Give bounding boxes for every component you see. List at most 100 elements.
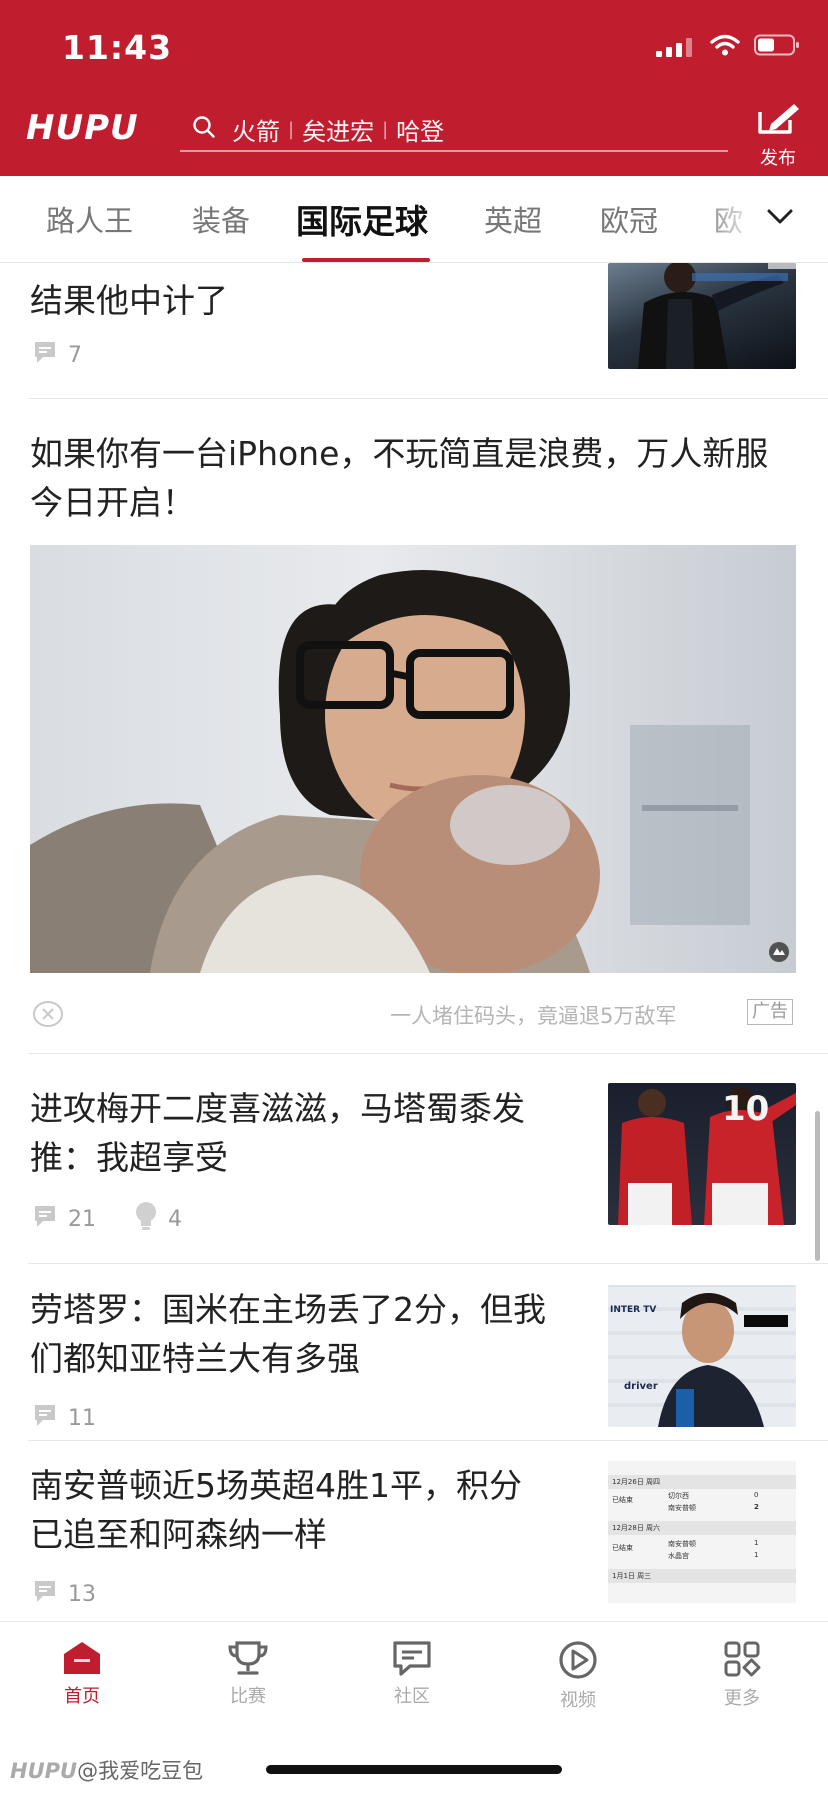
wifi-icon [710,34,740,60]
nav-more[interactable]: 更多 [692,1640,792,1710]
article-title: 结果他中计了 [30,281,228,320]
nav-label: 视频 [560,1690,596,1711]
community-icon [392,1641,432,1680]
status-time: 11:43 [62,28,173,67]
home-icon [62,1642,102,1680]
comment-icon [32,1402,58,1434]
hot-word-separator: | [288,118,295,140]
search-hot-word[interactable]: 火箭 [232,112,280,147]
team-score: 1 [754,1551,759,1559]
watermark-handle: @我爱吃豆包 [77,1759,204,1783]
lightbulb-icon [134,1201,158,1237]
team-score: 1 [754,1539,759,1547]
weibo-watermark: HUPU@我爱吃豆包 [10,1755,203,1785]
article-title: 南安普顿近5场英超4胜1平，积分 已追至和阿森纳一样 [30,1461,522,1559]
match-date-row: 1月1日 周三 [608,1569,796,1583]
team-score: 0 [754,1491,759,1499]
title-line: 南安普顿近5场英超4胜1平，积分 [30,1466,522,1505]
ad-title: 如果你有一台iPhone，不玩简直是浪费，万人新服 今日开启！ [30,429,768,527]
ad-image [30,545,796,973]
tab-premier-league[interactable]: 英超 [484,198,542,240]
team-name: 切尔西 [668,1492,689,1500]
tab-intl-football[interactable]: 国际足球 [296,195,428,243]
article-meta: 7 [32,339,120,371]
article-meta: 11 [32,1402,134,1434]
divider [28,1053,828,1054]
compose-icon [756,104,800,140]
comment-count: 11 [68,1405,96,1431]
comment-icon [32,339,58,371]
trophy-icon [227,1641,269,1680]
hupu-logo[interactable]: HUPU [26,108,139,148]
article-thumbnail: 12月26日 周四 已结束 切尔西 0 南安普顿 2 12月28日 周六 已结束… [608,1461,796,1603]
search-icon [192,115,216,143]
divider [28,1263,828,1264]
comment-count: 13 [68,1581,96,1607]
battery-icon [754,34,800,60]
title-line: 劳塔罗：国米在主场丢了2分，但我 [30,1290,546,1329]
article-meta: 13 [32,1578,134,1610]
team-name: 南安普顿 [668,1504,696,1512]
match-date-row: 12月26日 周四 [608,1475,796,1489]
tab-champions-league[interactable]: 欧冠 [600,198,658,240]
nav-label: 社区 [394,1686,430,1707]
comment-count: 21 [68,1206,96,1232]
ad-caption: 一人堵住码头，竟逼退5万敌军 [390,1004,677,1028]
search-hot-word[interactable]: 哈登 [396,112,444,147]
article-thumbnail: 10 [608,1083,796,1225]
news-feed-list[interactable]: 结果他中计了 7 如果你有一台iPhone，不玩简直是浪费，万人新服 今日开启！ [0,263,828,1621]
comment-icon [32,1203,58,1235]
nav-label: 更多 [724,1688,760,1709]
app-header: 11:43 HUPU 火箭 | 矣进宏 | 哈登 发布 [0,0,828,176]
article-thumbnail: INTER TV driver [608,1285,796,1427]
watermark-brand: HUPU [10,1759,78,1783]
ad-title-line: 如果你有一台iPhone，不玩简直是浪费，万人新服 [30,434,769,473]
article-thumbnail [608,263,796,369]
category-tabs: 路人王 装备 国际足球 英超 欧冠 欧 [0,176,828,263]
search-hot-word[interactable]: 矣进宏 [302,112,374,147]
video-watermark-icon [768,941,790,967]
jersey-number: 10 [722,1089,770,1129]
nav-home[interactable]: 首页 [32,1640,132,1708]
match-date-row: 12月28日 周六 [608,1521,796,1535]
hot-word-separator: | [382,118,389,140]
divider [28,398,828,399]
tab-gear[interactable]: 装备 [192,198,250,240]
search-bar[interactable]: 火箭 | 矣进宏 | 哈登 [180,108,728,152]
article-title: 劳塔罗：国米在主场丢了2分，但我 们都知亚特兰大有多强 [30,1285,546,1383]
divider [28,1440,828,1441]
match-status: 已结束 [612,1544,633,1552]
comment-icon [32,1578,58,1610]
tabs-fade [700,176,828,262]
video-icon [558,1641,598,1684]
close-ad-icon[interactable] [32,1000,64,1032]
article-title: 进攻梅开二度喜滋滋，马塔蜀黍发 推：我超享受 [30,1084,525,1182]
ad-badge: 广告 [747,999,793,1025]
nav-matches[interactable]: 比赛 [198,1640,298,1708]
bottom-nav: 首页 比赛 社区 视频 更多 HUPU@我爱吃豆包 [0,1621,828,1793]
status-icons [656,34,800,60]
active-tab-indicator [302,258,430,262]
like-count: 4 [168,1206,182,1232]
publish-button[interactable]: 发布 [748,102,808,170]
nav-community[interactable]: 社区 [362,1640,462,1708]
title-line: 们都知亚特兰大有多强 [30,1339,360,1378]
cellular-signal-icon [656,37,696,57]
team-name: 水晶宫 [668,1552,689,1560]
home-indicator[interactable] [266,1765,562,1774]
title-line: 推：我超享受 [30,1138,228,1177]
nav-label: 首页 [64,1686,100,1707]
publish-label: 发布 [760,148,796,169]
team-score: 2 [754,1503,759,1511]
nav-video[interactable]: 视频 [528,1640,628,1712]
title-line: 已追至和阿森纳一样 [30,1515,327,1554]
more-grid-icon [723,1641,761,1682]
ad-title-line: 今日开启！ [30,483,195,522]
title-line: 进攻梅开二度喜滋滋，马塔蜀黍发 [30,1089,525,1128]
scrollbar[interactable] [815,1111,820,1261]
tab-street-king[interactable]: 路人王 [46,198,133,240]
match-status: 已结束 [612,1496,633,1504]
article-meta: 21 4 [32,1201,220,1237]
team-name: 南安普顿 [668,1540,696,1548]
chevron-down-icon[interactable] [766,208,794,230]
